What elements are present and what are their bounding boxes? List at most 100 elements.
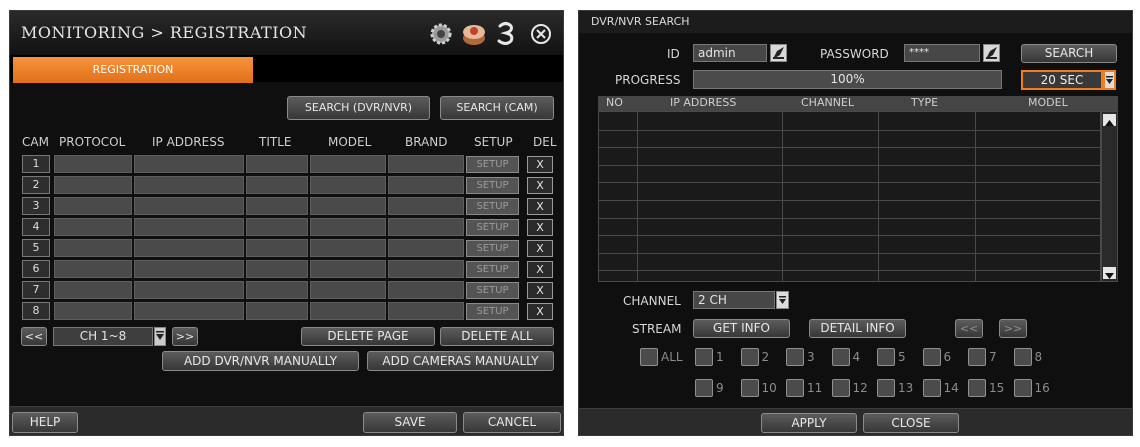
- table-cell[interactable]: [310, 239, 386, 257]
- table-cell[interactable]: [246, 218, 308, 236]
- delete-row-button[interactable]: X: [527, 261, 553, 278]
- table-cell[interactable]: [134, 155, 244, 173]
- table-cell[interactable]: [310, 176, 386, 194]
- registration-window: MONITORING > REGISTRATION REGISTRATION S…: [9, 10, 564, 436]
- cancel-button[interactable]: CANCEL: [463, 412, 561, 433]
- channel-16-label: 16: [1034, 381, 1050, 395]
- delete-row-button[interactable]: X: [527, 219, 553, 236]
- setup-button[interactable]: SETUP: [466, 156, 519, 173]
- table-cell[interactable]: [388, 281, 464, 299]
- table-cell[interactable]: [388, 302, 464, 320]
- channel-15-label: 15: [989, 381, 1005, 395]
- delete-row-button[interactable]: X: [527, 156, 553, 173]
- table-cell[interactable]: [246, 176, 308, 194]
- table-cell[interactable]: [54, 281, 132, 299]
- table-cell[interactable]: [246, 260, 308, 278]
- setup-button[interactable]: SETUP: [466, 282, 519, 299]
- delete-row-button[interactable]: X: [527, 282, 553, 299]
- table-cell[interactable]: [246, 197, 308, 215]
- channel-8-checkbox[interactable]: [1013, 348, 1032, 366]
- channel-15-checkbox[interactable]: [968, 379, 986, 397]
- cam-number: 1: [22, 155, 50, 173]
- delete-row-button[interactable]: X: [527, 303, 553, 320]
- table-cell[interactable]: [246, 155, 308, 173]
- channel-11-checkbox[interactable]: [786, 379, 804, 397]
- table-cell[interactable]: [134, 281, 244, 299]
- setup-button[interactable]: SETUP: [466, 240, 519, 257]
- table-cell[interactable]: [54, 197, 132, 215]
- channel-2-label: 2: [761, 350, 770, 364]
- channel-10-checkbox[interactable]: [740, 379, 759, 397]
- setup-button[interactable]: SETUP: [466, 303, 519, 320]
- apply-button[interactable]: APPLY: [761, 413, 857, 433]
- cam-number: 3: [22, 197, 50, 215]
- table-cell[interactable]: [310, 197, 386, 215]
- channel-16-checkbox[interactable]: [1013, 379, 1032, 397]
- table-cell[interactable]: [54, 239, 132, 257]
- table-cell[interactable]: [134, 197, 244, 215]
- channel-5-checkbox[interactable]: [877, 348, 895, 366]
- cam-number: 4: [22, 218, 50, 236]
- all-channels-checkbox[interactable]: [640, 348, 658, 366]
- table-cell[interactable]: [54, 302, 132, 320]
- table-cell[interactable]: [388, 218, 464, 236]
- table-cell[interactable]: [134, 302, 244, 320]
- delete-all-button[interactable]: DELETE ALL: [440, 327, 554, 346]
- save-button[interactable]: SAVE: [363, 412, 457, 433]
- table-cell[interactable]: [246, 281, 308, 299]
- channel-checkboxes: ALL 1 2 3 4 5 6 7 8 9 10 11 12 13 14 15 16: [579, 11, 1132, 411]
- table-cell[interactable]: [134, 239, 244, 257]
- table-cell[interactable]: [134, 260, 244, 278]
- cam-number: 7: [22, 281, 50, 299]
- table-cell[interactable]: [246, 239, 308, 257]
- delete-row-button[interactable]: X: [527, 177, 553, 194]
- channel-9-checkbox[interactable]: [695, 379, 713, 397]
- cam-number: 6: [22, 260, 50, 278]
- table-cell[interactable]: [54, 218, 132, 236]
- channel-3-checkbox[interactable]: [786, 348, 804, 366]
- setup-button[interactable]: SETUP: [466, 177, 519, 194]
- table-cell[interactable]: [388, 197, 464, 215]
- table-cell[interactable]: [388, 155, 464, 173]
- table-cell[interactable]: [388, 176, 464, 194]
- setup-button[interactable]: SETUP: [466, 219, 519, 236]
- table-cell[interactable]: [310, 302, 386, 320]
- channel-14-checkbox[interactable]: [922, 379, 941, 397]
- help-button[interactable]: HELP: [12, 412, 78, 433]
- table-cell[interactable]: [388, 239, 464, 257]
- delete-row-button[interactable]: X: [527, 240, 553, 257]
- table-cell[interactable]: [310, 218, 386, 236]
- table-cell[interactable]: [54, 155, 132, 173]
- table-cell[interactable]: [388, 260, 464, 278]
- channel-7-label: 7: [989, 350, 997, 364]
- next-page-button[interactable]: >>: [172, 327, 198, 346]
- delete-page-button[interactable]: DELETE PAGE: [301, 327, 435, 346]
- setup-button[interactable]: SETUP: [466, 261, 519, 278]
- channel-6-checkbox[interactable]: [922, 348, 941, 366]
- channel-13-checkbox[interactable]: [877, 379, 895, 397]
- channel-range-select[interactable]: CH 1~8: [53, 327, 153, 346]
- table-cell[interactable]: [54, 176, 132, 194]
- channel-12-checkbox[interactable]: [831, 379, 850, 397]
- table-cell[interactable]: [310, 155, 386, 173]
- table-cell[interactable]: [310, 260, 386, 278]
- channel-4-checkbox[interactable]: [831, 348, 850, 366]
- add-cameras-manually-button[interactable]: ADD CAMERAS MANUALLY: [367, 351, 554, 371]
- table-cell[interactable]: [134, 218, 244, 236]
- add-dvr-nvr-manually-button[interactable]: ADD DVR/NVR MANUALLY: [162, 351, 359, 371]
- setup-button[interactable]: SETUP: [466, 198, 519, 215]
- close-button[interactable]: CLOSE: [863, 413, 959, 433]
- channel-11-label: 11: [807, 381, 823, 395]
- table-cell[interactable]: [54, 260, 132, 278]
- channel-6-label: 6: [943, 350, 952, 364]
- chevron-down-icon[interactable]: [154, 327, 166, 346]
- prev-page-button[interactable]: <<: [21, 327, 47, 346]
- table-cell[interactable]: [134, 176, 244, 194]
- channel-2-checkbox[interactable]: [740, 348, 759, 366]
- table-cell[interactable]: [310, 281, 386, 299]
- delete-row-button[interactable]: X: [527, 198, 553, 215]
- channel-7-checkbox[interactable]: [968, 348, 986, 366]
- channel-1-checkbox[interactable]: [695, 348, 713, 366]
- table-cell[interactable]: [246, 302, 308, 320]
- channel-4-label: 4: [852, 350, 861, 364]
